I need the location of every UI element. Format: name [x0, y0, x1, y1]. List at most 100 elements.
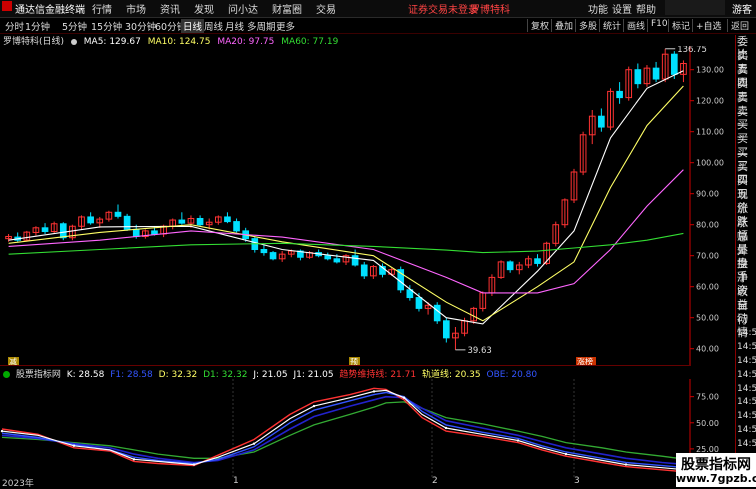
quote-panel-label[interactable]: 14:50 — [737, 410, 756, 423]
menu-shezhi[interactable]: 设置 — [612, 1, 632, 16]
biaoji-button[interactable]: 标记 — [668, 19, 693, 32]
candle-body — [269, 252, 277, 260]
price-tick-label: 60.00 — [696, 283, 719, 292]
candle-body — [114, 211, 122, 217]
candle-body — [333, 258, 341, 263]
candle-body — [670, 53, 678, 75]
quote-panel-label[interactable]: 14:50 — [737, 383, 756, 396]
k-point — [0, 429, 4, 433]
date-label-1: 1 — [233, 476, 239, 486]
price-tick-label: 100.00 — [696, 159, 724, 168]
menu-gongneng[interactable]: 功能 — [588, 1, 608, 16]
candle-body — [196, 218, 204, 226]
site-watermark: 股票指标网 www.7gpzb.com — [676, 453, 756, 487]
candle-body — [260, 249, 268, 254]
watermark-title: 股票指标网 — [681, 457, 751, 473]
back-button[interactable]: 返回 — [727, 19, 752, 32]
candle-body — [224, 216, 231, 223]
quote-panel-label[interactable]: 14:50 — [737, 327, 756, 340]
candle-body — [324, 255, 332, 260]
period-fenshi[interactable]: 分时 — [5, 19, 24, 33]
duogu-button[interactable]: 多股 — [575, 19, 600, 32]
period-1min[interactable]: 1分钟 — [25, 19, 50, 33]
quote-panel-label[interactable]: 14:50 — [737, 396, 756, 409]
quote-panel: 委比 卖五 卖四 卖三 卖二 卖一 买一 买二 买三 买四 买五 现价 涨跌 涨幅 总量 外盘 换手 净资 收益 自动… — [735, 35, 756, 453]
indicator-tick-label: 50.00 — [696, 419, 719, 428]
candle-body — [132, 228, 140, 237]
kline-chart[interactable]: 130.00 120.00 110.00 100.00 90.00 80.00 70.00 6… — [0, 46, 735, 366]
period-30min[interactable]: 30分钟 — [125, 19, 156, 33]
period-5min[interactable]: 5分钟 — [62, 19, 87, 33]
diejia-button[interactable]: 叠加 — [551, 19, 576, 32]
indicator-tick-label: 75.00 — [696, 393, 719, 402]
candle-body — [442, 320, 450, 339]
ma-info-line: 罗博特科(日线) MA5: 129.67 MA10: 124.75 MA20: … — [0, 34, 690, 47]
k-point — [444, 426, 448, 430]
low-annotation: 39.63 — [467, 346, 491, 356]
menu-faxian[interactable]: 发现 — [194, 1, 214, 16]
indicator-chart[interactable]: 75.0050.0025.00 — [0, 379, 735, 477]
settings-dot-icon[interactable] — [70, 38, 77, 45]
candle-body — [87, 216, 94, 224]
date-label-year: 2023年 — [2, 479, 34, 489]
menu-jiaoyi[interactable]: 交易 — [316, 1, 336, 16]
candle-body — [151, 230, 158, 235]
window-controls — [665, 0, 725, 15]
ma-line-ma10 — [8, 85, 684, 322]
stock-name-title: 罗博特科 — [470, 5, 510, 16]
k-point — [564, 452, 568, 456]
k-point — [192, 463, 196, 466]
candle-body — [506, 261, 514, 271]
candle-body — [59, 223, 67, 239]
candle-body — [433, 304, 441, 322]
price-tick-label: 110.00 — [696, 128, 724, 137]
menu-bangzhu[interactable]: 帮助 — [636, 1, 656, 16]
candle-body — [123, 215, 131, 230]
period-multi[interactable]: 多周期 — [247, 19, 276, 33]
tongji-button[interactable]: 统计 — [599, 19, 624, 32]
menu-zixun[interactable]: 资讯 — [160, 1, 180, 16]
price-tick-label: 130.00 — [696, 66, 724, 75]
candle-body — [534, 258, 541, 264]
period-monthly[interactable]: 月线 — [225, 19, 244, 33]
candle-body — [598, 115, 605, 128]
date-label-3: 3 — [574, 476, 580, 486]
date-axis: 2023年 1 2 3 — [0, 476, 690, 489]
quote-panel-label[interactable]: 14:50 — [737, 438, 756, 451]
menu-shichang[interactable]: 市场 — [126, 1, 146, 16]
title-bar: 通达信金融终端 行情 市场 资讯 发现 问小达 财富圈 交易 证券交易未登录 罗… — [0, 0, 756, 18]
quote-panel-label[interactable]: 14:50 — [737, 341, 756, 354]
quote-panel-label[interactable]: 14:50 — [737, 355, 756, 368]
high-annotation: 136.75 — [677, 46, 707, 55]
k-point — [516, 439, 520, 442]
user-label[interactable]: 游客 — [732, 1, 752, 16]
price-tick-label: 40.00 — [696, 345, 719, 354]
price-tick-label: 80.00 — [696, 221, 719, 230]
price-tick-label: 90.00 — [696, 190, 719, 199]
quote-panel-label[interactable]: 14:50 — [737, 369, 756, 382]
quote-panel-label[interactable]: 14:50 — [737, 424, 756, 437]
app-logo-icon — [2, 1, 12, 12]
k-point — [312, 404, 316, 408]
period-15min[interactable]: 15分钟 — [91, 19, 122, 33]
huaxian-button[interactable]: 画线 — [623, 19, 648, 32]
candle-body — [233, 221, 240, 232]
price-tick-label: 50.00 — [696, 314, 719, 323]
k-point — [132, 458, 136, 461]
indicator-dot-icon[interactable] — [3, 371, 10, 378]
menu-wenxiaoda[interactable]: 问小达 — [228, 1, 258, 16]
period-more[interactable]: 更多 — [276, 19, 295, 33]
fuquan-button[interactable]: 复权 — [527, 19, 552, 32]
period-weekly[interactable]: 周线 — [204, 19, 223, 33]
add-favorite-button[interactable]: +自选 — [692, 19, 725, 32]
price-tick-label: 70.00 — [696, 252, 719, 261]
period-daily[interactable]: 日线 — [181, 19, 205, 33]
candle-body — [41, 227, 49, 233]
k-point — [372, 390, 376, 393]
candle-body — [616, 90, 623, 99]
k-point — [72, 444, 76, 447]
menu-caifuquan[interactable]: 财富圈 — [272, 1, 302, 16]
watermark-url: www.7gpzb.com — [676, 472, 756, 485]
menu-hangqing[interactable]: 行情 — [92, 1, 112, 16]
login-notice[interactable]: 证券交易未登录 — [408, 1, 478, 16]
